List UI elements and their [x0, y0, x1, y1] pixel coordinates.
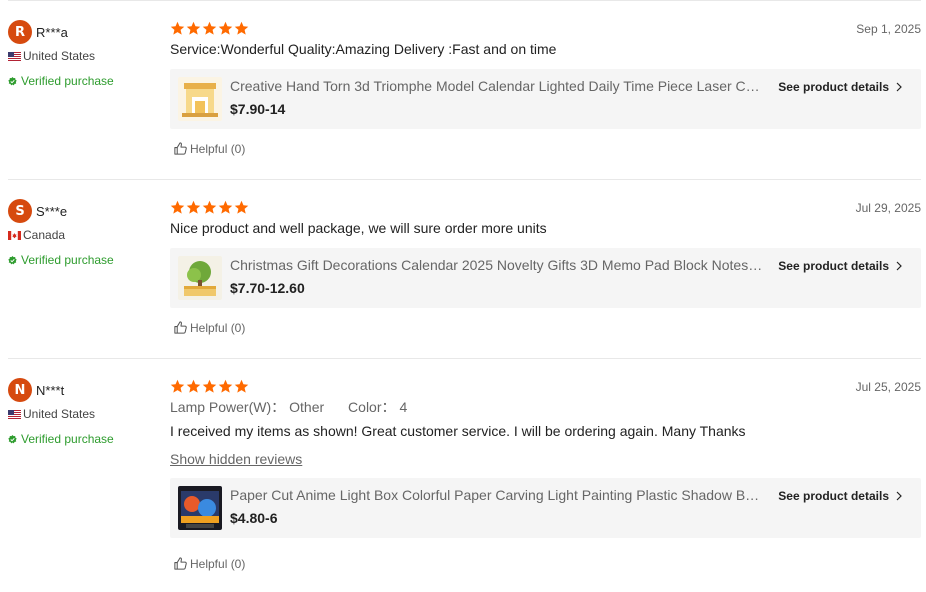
sku-attribute-lamp-power: Lamp Power(W)： Other — [170, 399, 324, 415]
divider — [8, 179, 921, 180]
reviewer-name: R***a — [36, 24, 68, 40]
attribute-value: 4 — [399, 399, 408, 415]
reviewer-name: S***e — [36, 203, 68, 219]
product-price: $4.80-6 — [230, 510, 278, 526]
reviewer-country: Canada — [23, 228, 66, 242]
review-text: Service:Wonderful Quality:Amazing Delive… — [170, 41, 557, 57]
product-thumbnail[interactable] — [178, 486, 222, 530]
review-body: Sep 1, 2025 Service:Wonderful Quality:Am… — [170, 20, 921, 129]
show-hidden-reviews-link[interactable]: Show hidden reviews — [170, 451, 302, 468]
star-icon — [170, 21, 185, 35]
review-date: Sep 1, 2025 — [856, 22, 921, 36]
reviewer-info: S S***e Canada Verified purchase — [8, 199, 168, 268]
verified-check-icon — [8, 255, 17, 264]
product-card[interactable]: Christmas Gift Decorations Calendar 2025… — [170, 248, 921, 308]
helpful-label: Helpful (0) — [190, 141, 246, 156]
star-icon — [218, 200, 233, 214]
star-icon — [186, 21, 201, 35]
chevron-right-icon — [896, 491, 902, 501]
star-icon — [202, 21, 217, 35]
helpful-button[interactable]: Helpful (0) — [173, 141, 245, 156]
reviewer-info: R R***a United States Verified purchase — [8, 20, 168, 89]
review-text: I received my items as shown! Great cust… — [170, 423, 746, 439]
thumbs-up-icon — [174, 557, 187, 570]
helpful-label: Helpful (0) — [190, 556, 246, 571]
verified-purchase-label: Verified purchase — [21, 432, 114, 446]
star-icon — [202, 379, 217, 393]
review-body: Jul 29, 2025 Nice product and well packa… — [170, 199, 921, 308]
reviewer-country: United States — [23, 407, 96, 421]
star-icon — [234, 200, 249, 214]
sku-attributes: Lamp Power(W)： Other Color： 4 — [170, 399, 921, 416]
star-icon — [202, 200, 217, 214]
us-flag-icon — [8, 409, 21, 419]
reviewer-name: N***t — [36, 382, 65, 398]
product-card[interactable]: Paper Cut Anime Light Box Colorful Paper… — [170, 478, 921, 538]
star-icon — [218, 379, 233, 393]
product-card[interactable]: Creative Hand Torn 3d Triomphe Model Cal… — [170, 69, 921, 129]
review-text: Nice product and well package, we will s… — [170, 220, 547, 236]
product-title[interactable]: Paper Cut Anime Light Box Colorful Paper… — [230, 486, 765, 504]
see-product-details-link[interactable]: See product details — [778, 258, 903, 274]
star-icon — [234, 379, 249, 393]
verified-purchase-label: Verified purchase — [21, 74, 114, 88]
thumbs-up-icon — [174, 142, 187, 155]
verified-check-icon — [8, 76, 17, 85]
sku-attribute-color: Color： 4 — [348, 399, 407, 415]
verified-purchase-label: Verified purchase — [21, 253, 114, 267]
product-thumbnail[interactable] — [178, 77, 222, 121]
product-thumbnail[interactable] — [178, 256, 222, 300]
attribute-value: Other — [289, 399, 325, 415]
star-icon — [170, 379, 185, 393]
star-rating — [170, 20, 921, 37]
see-product-details-link[interactable]: See product details — [778, 79, 903, 95]
reviews-list: R R***a United States Verified purchase … — [0, 0, 926, 592]
helpful-button[interactable]: Helpful (0) — [173, 320, 245, 335]
attribute-name: Lamp Power(W)： — [170, 399, 286, 415]
review-body: Jul 25, 2025 Lamp Power(W)： Other Color： 4… — [170, 378, 921, 538]
star-icon — [186, 200, 201, 214]
helpful-label: Helpful (0) — [190, 320, 246, 335]
review-date: Jul 29, 2025 — [855, 201, 921, 215]
product-price: $7.90-14 — [230, 101, 286, 117]
canada-flag-icon — [8, 230, 21, 240]
avatar: S — [8, 199, 32, 223]
star-icon — [218, 21, 233, 35]
see-product-details-label: See product details — [778, 80, 889, 94]
helpful-button[interactable]: Helpful (0) — [173, 556, 245, 571]
chevron-right-icon — [896, 261, 902, 271]
star-icon — [170, 200, 185, 214]
avatar: R — [8, 20, 32, 44]
verified-check-icon — [8, 434, 17, 443]
see-product-details-label: See product details — [778, 259, 889, 273]
star-icon — [234, 21, 249, 35]
star-icon — [186, 379, 201, 393]
star-rating — [170, 378, 921, 395]
see-product-details-link[interactable]: See product details — [778, 488, 903, 504]
avatar: N — [8, 378, 32, 402]
star-rating — [170, 199, 921, 216]
product-title[interactable]: Creative Hand Torn 3d Triomphe Model Cal… — [230, 77, 765, 95]
reviewer-country: United States — [23, 49, 96, 63]
product-price: $7.70-12.60 — [230, 280, 305, 296]
divider — [8, 0, 921, 1]
us-flag-icon — [8, 51, 21, 61]
chevron-right-icon — [896, 82, 902, 92]
thumbs-up-icon — [174, 321, 187, 334]
see-product-details-label: See product details — [778, 489, 889, 503]
divider — [8, 358, 921, 359]
product-title[interactable]: Christmas Gift Decorations Calendar 2025… — [230, 256, 765, 274]
reviewer-info: N N***t United States Verified purchase — [8, 378, 168, 447]
review-date: Jul 25, 2025 — [855, 380, 921, 394]
attribute-name: Color： — [348, 399, 396, 415]
